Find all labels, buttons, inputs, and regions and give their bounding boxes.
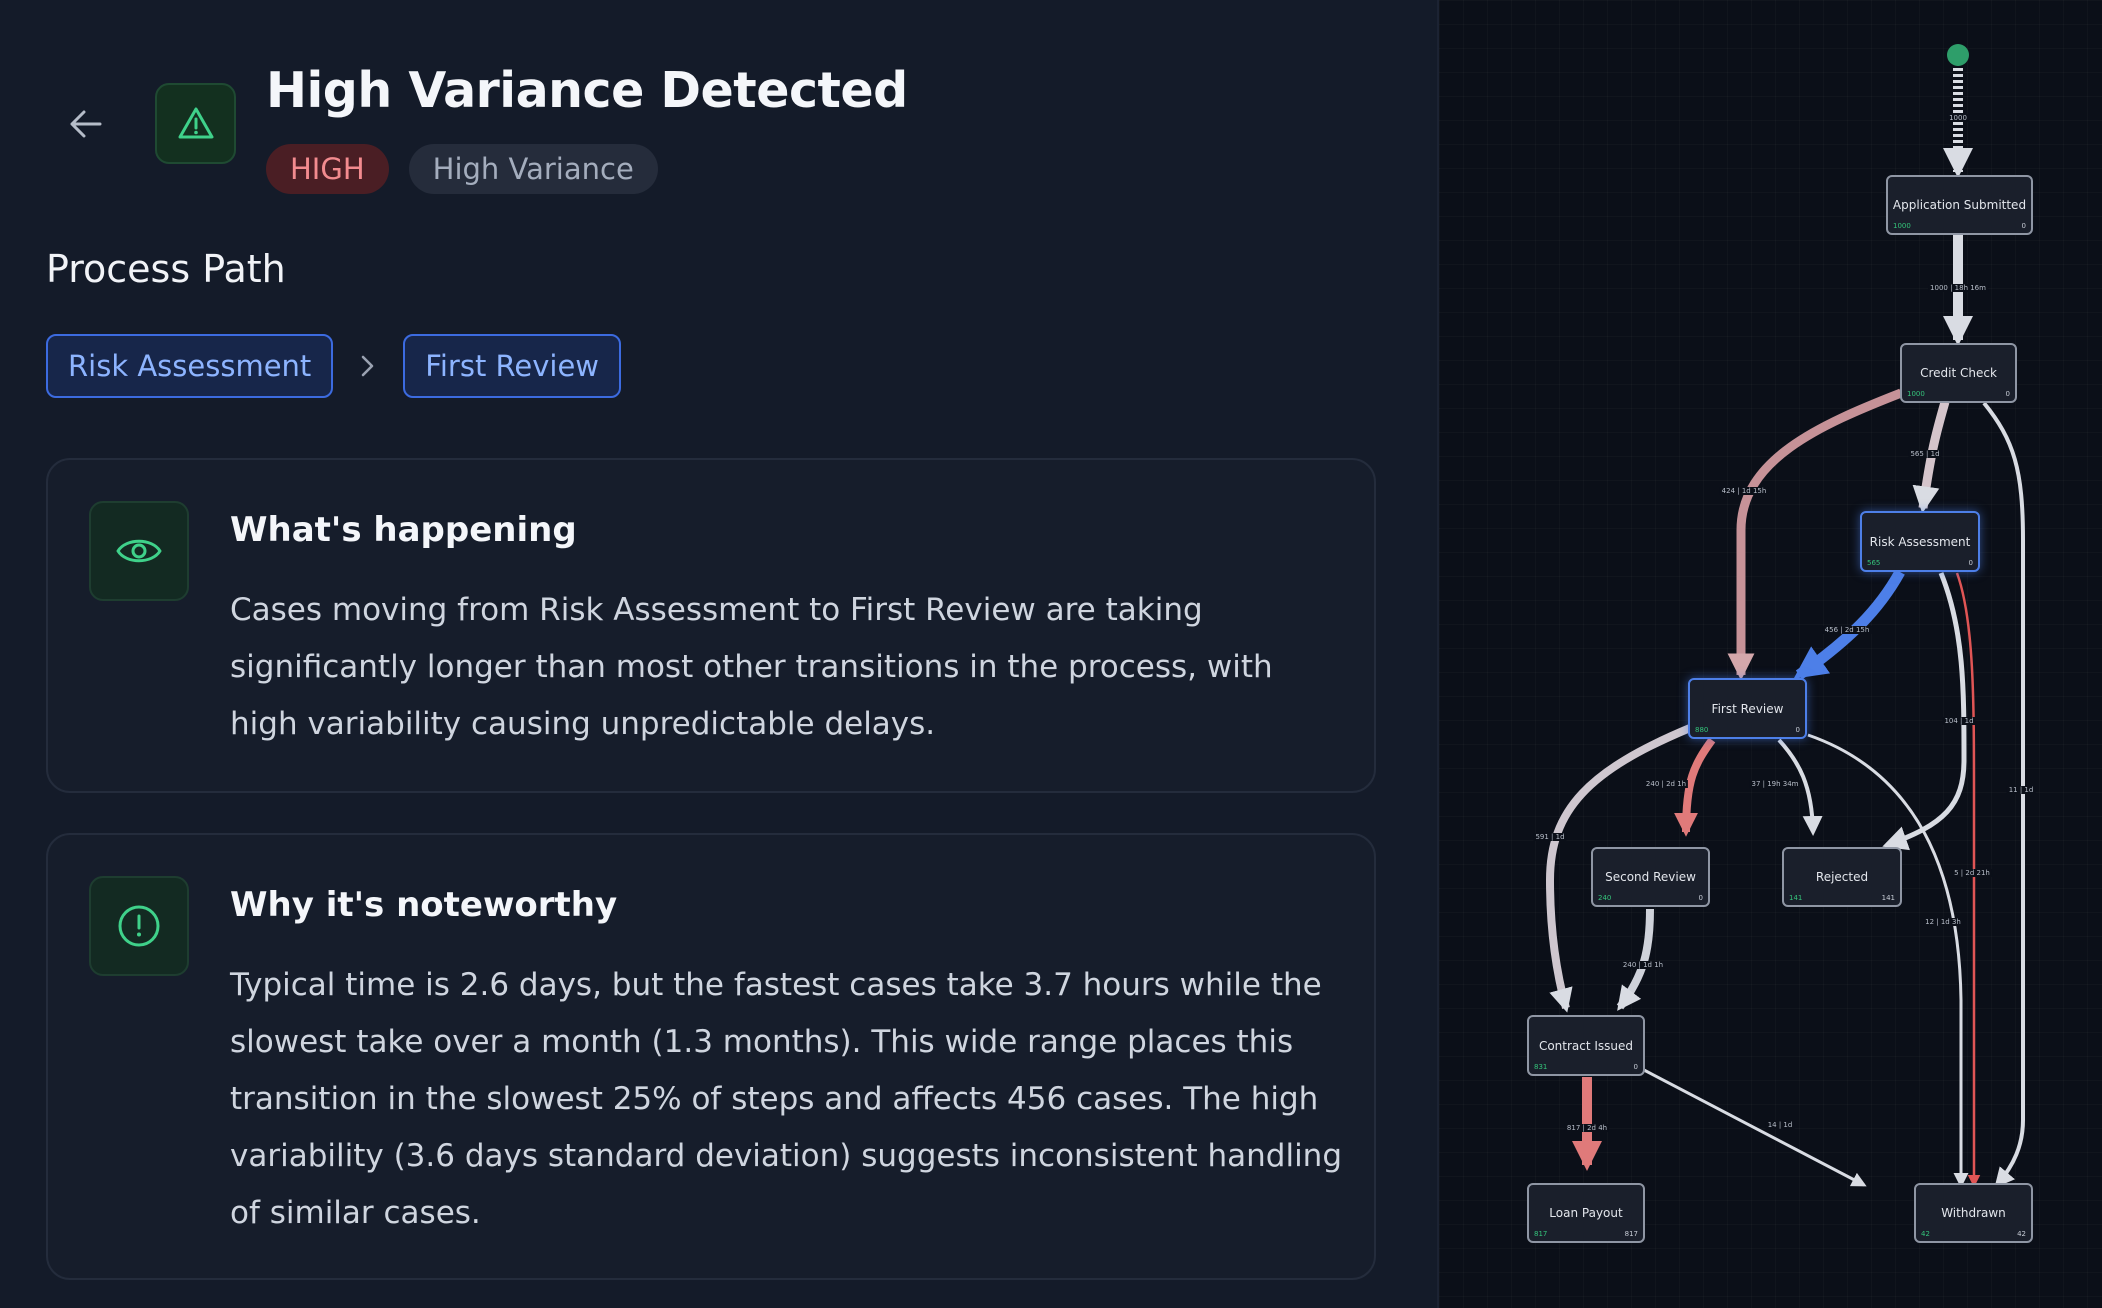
node-label: Contract Issued <box>1538 1038 1634 1053</box>
edge-label: 1000 <box>1947 114 1969 122</box>
insight-panel: High Variance Detected HIGH High Varianc… <box>0 0 1437 1308</box>
node-end-count: 0 <box>2005 390 2010 398</box>
edge-label: 104 | 1d <box>1942 717 1976 725</box>
node-label: Risk Assessment <box>1869 534 1971 549</box>
edge-label: 11 | 1d <box>2006 786 2036 794</box>
node-first-review[interactable]: First Review 880 0 <box>1688 678 1807 739</box>
eye-icon <box>89 501 189 601</box>
node-count: 1000 <box>1893 222 1911 230</box>
node-count: 141 <box>1789 894 1803 902</box>
edge-first-second <box>1674 737 1716 837</box>
node-end-count: 42 <box>2017 1230 2026 1238</box>
chevron-right-icon <box>333 353 403 379</box>
node-end-count: 0 <box>1795 726 1800 734</box>
process-path: Risk Assessment First Review <box>46 334 622 398</box>
card-text: Typical time is 2.6 days, but the fastes… <box>230 967 1343 1231</box>
process-map[interactable]: 1000 1000 | 18h 16m 424 | 1d 15h 565 | 1… <box>1437 0 2102 1308</box>
node-label: Application Submitted <box>1892 198 2027 213</box>
node-end-count: 141 <box>1881 894 1895 902</box>
edge-credit-withdrawn <box>1982 401 2025 1189</box>
edge-first-withdrawn <box>1807 733 1969 1188</box>
node-application-submitted[interactable]: Application Submitted 1000 0 <box>1886 175 2033 235</box>
node-end-count: 0 <box>1968 559 1973 567</box>
node-label: Rejected <box>1815 870 1869 885</box>
edge-label: 37 | 19h 34m <box>1749 780 1801 788</box>
node-withdrawn[interactable]: Withdrawn 42 42 <box>1914 1183 2033 1243</box>
edge-label: 456 | 2d 15h <box>1822 626 1872 634</box>
start-node <box>1947 44 1969 66</box>
node-label: First Review <box>1711 701 1784 716</box>
type-badge: High Variance <box>408 144 658 194</box>
arrow-left-icon <box>70 110 102 138</box>
node-count: 42 <box>1921 1230 1930 1238</box>
node-count: 880 <box>1695 726 1709 734</box>
node-contract-issued[interactable]: Contract Issued 831 0 <box>1527 1015 1645 1076</box>
edge-label: 14 | 1d <box>1765 1121 1795 1129</box>
node-end-count: 0 <box>1698 894 1703 902</box>
whats-happening-card: What's happening Cases moving from Risk … <box>46 458 1376 793</box>
edge-label: 240 | 1d 1h <box>1620 961 1666 969</box>
edge-risk-rejected <box>1882 572 1967 851</box>
node-end-count: 0 <box>1633 1063 1638 1071</box>
page-title: High Variance Detected <box>266 62 908 119</box>
edge-label: 565 | 1d <box>1908 450 1942 458</box>
node-count: 240 <box>1598 894 1612 902</box>
node-credit-check[interactable]: Credit Check 1000 0 <box>1900 343 2017 403</box>
node-count: 1000 <box>1907 390 1925 398</box>
node-risk-assessment[interactable]: Risk Assessment 565 0 <box>1860 511 1980 572</box>
alert-triangle-icon <box>155 83 236 164</box>
edge-risk-first <box>1793 569 1905 680</box>
path-step-risk-assessment[interactable]: Risk Assessment <box>46 334 334 398</box>
alert-circle-icon <box>89 876 189 976</box>
node-count: 817 <box>1534 1230 1548 1238</box>
card-text: Cases moving from Risk Assessment to Fir… <box>230 592 1273 742</box>
edge-label: 591 | 1d <box>1533 833 1567 841</box>
node-label: Withdrawn <box>1941 1206 2006 1221</box>
edge-label: 1000 | 18h 16m <box>1928 284 1988 292</box>
edge-contract-withdrawn <box>1643 1068 1867 1187</box>
badge-row: HIGH High Variance <box>266 144 658 194</box>
node-label: Loan Payout <box>1549 1206 1623 1221</box>
severity-badge: HIGH <box>266 144 389 194</box>
edge-second-contract <box>1616 908 1654 1011</box>
back-button[interactable] <box>62 100 110 148</box>
node-label: Credit Check <box>1920 366 1997 381</box>
edge-label: 5 | 2d 21h <box>1952 869 1992 877</box>
process-path-title: Process Path <box>46 247 286 291</box>
node-count: 831 <box>1534 1063 1548 1071</box>
edge-label: 424 | 1d 15h <box>1719 487 1769 495</box>
edge-label: 817 | 2d 4h <box>1564 1124 1610 1132</box>
node-end-count: 817 <box>1624 1230 1638 1238</box>
node-rejected[interactable]: Rejected 141 141 <box>1782 847 1902 907</box>
edge-label: 240 | 2d 1h <box>1643 780 1689 788</box>
why-noteworthy-card: Why it's noteworthy Typical time is 2.6 … <box>46 833 1376 1280</box>
card-title: What's happening <box>230 510 577 550</box>
node-end-count: 0 <box>2021 222 2026 230</box>
card-title: Why it's noteworthy <box>230 885 618 925</box>
node-loan-payout[interactable]: Loan Payout 817 817 <box>1527 1183 1645 1243</box>
node-count: 565 <box>1867 559 1881 567</box>
node-second-review[interactable]: Second Review 240 0 <box>1591 847 1710 907</box>
node-label: Second Review <box>1605 870 1696 885</box>
edge-label: 12 | 1d 3h <box>1923 918 1963 926</box>
path-step-first-review[interactable]: First Review <box>403 334 622 398</box>
